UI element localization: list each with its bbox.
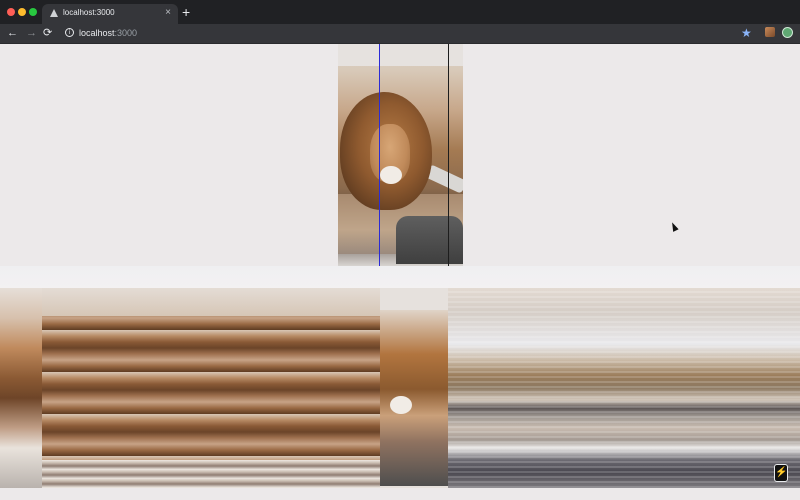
close-tab-icon[interactable]: × <box>165 7 171 19</box>
stretch-right-lines <box>448 288 800 488</box>
stretch-left-edge <box>0 288 42 488</box>
lightning-icon[interactable]: ⚡ <box>774 464 788 482</box>
stretch-center-slice <box>380 310 448 486</box>
photo-lion-muzzle <box>380 166 402 184</box>
profile-avatar-icon[interactable] <box>782 27 793 38</box>
url-port: :3000 <box>114 28 138 38</box>
stretch-left-bottom <box>42 460 380 488</box>
page-content: ⚡ <box>0 44 800 500</box>
dark-guide-line[interactable] <box>448 44 449 266</box>
slice-lion-muzzle <box>390 396 412 414</box>
forward-button[interactable]: → <box>26 26 37 40</box>
url-host: localhost <box>79 28 115 38</box>
mouse-cursor-icon <box>669 221 679 232</box>
lion-photo <box>338 44 463 266</box>
browser-tab[interactable]: localhost:3000 × <box>42 4 178 24</box>
photo-sky <box>338 44 463 66</box>
photo-rock <box>396 216 463 264</box>
maximize-window-icon[interactable] <box>29 8 37 16</box>
reload-button[interactable]: ⟳ <box>43 26 52 40</box>
tab-title: localhost:3000 <box>63 8 115 17</box>
address-bar[interactable]: localhost:3000 <box>79 28 137 38</box>
back-button[interactable]: ← <box>7 26 18 40</box>
new-tab-button[interactable]: + <box>182 5 190 19</box>
close-window-icon[interactable] <box>7 8 15 16</box>
extension-icon[interactable] <box>765 27 775 37</box>
minimize-window-icon[interactable] <box>18 8 26 16</box>
browser-titlebar: localhost:3000 × + <box>0 0 800 24</box>
section-divider <box>0 266 800 288</box>
browser-toolbar: ← → ⟳ i localhost:3000 ★ <box>0 24 800 44</box>
footer-strip <box>0 488 800 500</box>
pixel-stretch-canvas <box>0 288 800 488</box>
stretch-left-top <box>42 288 380 316</box>
blue-guide-line[interactable] <box>379 44 380 266</box>
site-info-icon[interactable]: i <box>65 28 74 37</box>
triangle-icon <box>50 9 58 17</box>
stretch-left-region <box>42 288 380 488</box>
bookmark-star-icon[interactable]: ★ <box>741 25 752 41</box>
